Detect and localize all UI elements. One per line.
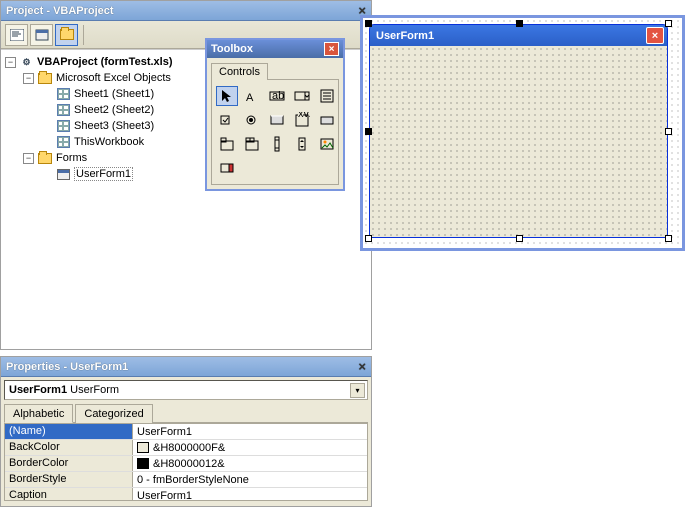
vba-project-icon: ⚙ [19, 56, 34, 69]
object-type: UserForm [70, 384, 119, 396]
property-row[interactable]: CaptionUserForm1 [5, 488, 367, 501]
view-code-button[interactable] [5, 24, 28, 46]
prop-value[interactable]: &H8000000F& [133, 440, 367, 455]
property-row[interactable]: BorderColor&H80000012& [5, 456, 367, 472]
tab-categorized[interactable]: Categorized [75, 404, 152, 423]
svg-text:ab|: ab| [272, 90, 285, 102]
svg-text:A: A [246, 92, 254, 104]
refedit-tool-icon[interactable] [216, 158, 238, 178]
project-title: Project - VBAProject [6, 5, 114, 17]
tabstrip-tool-icon[interactable] [216, 134, 238, 154]
property-row[interactable]: BorderStyle0 - fmBorderStyleNone [5, 472, 367, 488]
pointer-tool-icon[interactable] [216, 86, 238, 106]
collapse-icon[interactable]: − [23, 73, 34, 84]
sheet-icon [55, 135, 71, 149]
optionbutton-tool-icon[interactable] [241, 110, 263, 130]
close-icon[interactable]: × [324, 42, 339, 56]
tree-item[interactable]: UserForm1 [74, 167, 133, 181]
resize-handle[interactable] [365, 128, 372, 135]
property-row[interactable]: BackColor&H8000000F& [5, 440, 367, 456]
multipage-tool-icon[interactable] [241, 134, 263, 154]
textbox-tool-icon[interactable]: ab| [266, 86, 288, 106]
toggle-folders-button[interactable] [55, 24, 78, 46]
folder-icon [37, 71, 53, 85]
color-swatch [137, 458, 149, 469]
close-icon[interactable]: × [646, 27, 664, 44]
toolbox[interactable]: Toolbox × Controls A ab| xvz [205, 38, 345, 191]
sheet-icon [55, 119, 71, 133]
image-tool-icon[interactable] [316, 134, 338, 154]
sheet-icon [55, 103, 71, 117]
userform-titlebar[interactable]: UserForm1 × [369, 24, 668, 46]
tree-item[interactable]: ThisWorkbook [74, 136, 144, 148]
userform[interactable]: UserForm1 × [369, 24, 668, 238]
prop-name: BackColor [5, 440, 133, 455]
form-icon [55, 167, 71, 181]
toolbox-titlebar[interactable]: Toolbox × [207, 40, 343, 58]
listbox-tool-icon[interactable] [316, 86, 338, 106]
prop-value[interactable]: 0 - fmBorderStyleNone [133, 472, 367, 487]
folder-icon [37, 151, 53, 165]
tab-alphabetic[interactable]: Alphabetic [4, 404, 73, 423]
project-title-bar[interactable]: Project - VBAProject × [1, 1, 371, 21]
label-tool-icon[interactable]: A [241, 86, 263, 106]
checkbox-tool-icon[interactable] [216, 110, 238, 130]
resize-handle[interactable] [516, 235, 523, 242]
properties-panel: Properties - UserForm1 × UserForm1 UserF… [0, 356, 372, 507]
tree-group[interactable]: Forms [56, 152, 87, 164]
prop-value[interactable]: UserForm1 [133, 424, 367, 439]
resize-handle[interactable] [665, 20, 672, 27]
userform-body[interactable] [369, 46, 668, 238]
properties-title: Properties - UserForm1 [6, 361, 128, 373]
resize-handle[interactable] [516, 20, 523, 27]
toolbox-title: Toolbox [211, 43, 253, 55]
tree-item[interactable]: Sheet3 (Sheet3) [74, 120, 154, 132]
form-designer[interactable]: UserForm1 × [375, 0, 692, 507]
object-selector[interactable]: UserForm1 UserForm ▾ [4, 380, 368, 400]
object-name: UserForm1 [9, 384, 67, 396]
property-row[interactable]: (Name)UserForm1 [5, 424, 367, 440]
prop-name: BorderColor [5, 456, 133, 471]
resize-handle[interactable] [665, 235, 672, 242]
prop-name: BorderStyle [5, 472, 133, 487]
spinbutton-tool-icon[interactable] [291, 134, 313, 154]
tree-item[interactable]: Sheet1 (Sheet1) [74, 88, 154, 100]
commandbutton-tool-icon[interactable] [316, 110, 338, 130]
view-object-button[interactable] [30, 24, 53, 46]
tab-controls[interactable]: Controls [211, 63, 268, 80]
tree-group[interactable]: Microsoft Excel Objects [56, 72, 171, 84]
toolbox-tabs: Controls [211, 62, 339, 79]
tree-root[interactable]: VBAProject (formTest.xls) [37, 56, 173, 68]
togglebutton-tool-icon[interactable] [266, 110, 288, 130]
properties-title-bar[interactable]: Properties - UserForm1 × [1, 357, 371, 377]
prop-value[interactable]: UserForm1 [133, 488, 367, 501]
tree-item[interactable]: Sheet2 (Sheet2) [74, 104, 154, 116]
resize-handle[interactable] [365, 235, 372, 242]
combobox-tool-icon[interactable] [291, 86, 313, 106]
resize-handle[interactable] [365, 20, 372, 27]
color-swatch [137, 442, 149, 453]
prop-name: Caption [5, 488, 133, 501]
props-tabs: Alphabetic Categorized [4, 403, 368, 423]
properties-grid[interactable]: (Name)UserForm1 BackColor&H8000000F& Bor… [4, 423, 368, 501]
userform-caption: UserForm1 [376, 30, 434, 42]
frame-tool-icon[interactable]: xvz [291, 110, 313, 130]
prop-name: (Name) [5, 424, 133, 439]
prop-value[interactable]: &H80000012& [133, 456, 367, 471]
resize-handle[interactable] [665, 128, 672, 135]
sheet-icon [55, 87, 71, 101]
svg-text:xvz: xvz [298, 112, 310, 120]
dropdown-icon[interactable]: ▾ [350, 383, 365, 398]
collapse-icon[interactable]: − [23, 153, 34, 164]
scrollbar-tool-icon[interactable] [266, 134, 288, 154]
separator [83, 25, 84, 45]
close-icon[interactable]: × [358, 359, 366, 374]
collapse-icon[interactable]: − [5, 57, 16, 68]
toolbox-palette: A ab| xvz [211, 79, 339, 185]
form-canvas[interactable]: UserForm1 × [360, 15, 685, 251]
